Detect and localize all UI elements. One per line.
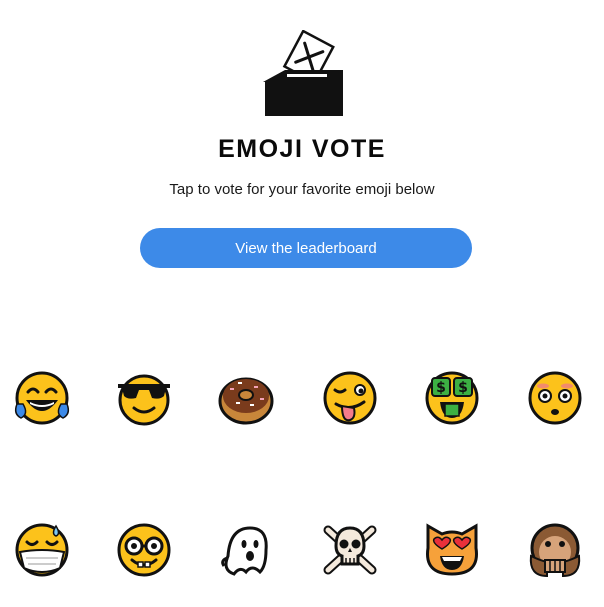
- nerd-face-icon: [117, 523, 171, 577]
- emoji-wink-tongue-button[interactable]: [320, 368, 380, 428]
- skull-and-crossbones-icon: [323, 525, 377, 575]
- face-with-tears-of-joy-icon: [14, 371, 70, 425]
- svg-text:$: $: [436, 380, 446, 396]
- emoji-heart-eyes-cat-button[interactable]: [422, 520, 482, 580]
- ghost-icon: [221, 526, 268, 576]
- view-leaderboard-button[interactable]: View the leaderboard: [140, 228, 472, 268]
- emoji-nerd-button[interactable]: [114, 520, 174, 580]
- emoji-ghost-button[interactable]: [216, 520, 276, 580]
- emoji-money-mouth-button[interactable]: $ $: [422, 368, 482, 428]
- emoji-speak-no-evil-button[interactable]: [525, 520, 585, 580]
- emoji-medical-mask-button[interactable]: [12, 520, 72, 580]
- emoji-doughnut-button[interactable]: [216, 368, 276, 428]
- page: EMOJI VOTE Tap to vote for your favorite…: [0, 0, 604, 607]
- svg-text:$: $: [458, 380, 468, 396]
- flushed-face-icon: [528, 371, 582, 425]
- emoji-tears-of-joy-button[interactable]: [12, 368, 72, 428]
- money-mouth-face-icon: $ $: [425, 371, 479, 425]
- smiling-face-with-sunglasses-icon: [118, 374, 170, 426]
- page-subtitle: Tap to vote for your favorite emoji belo…: [169, 181, 435, 198]
- ballot-box-icon: [263, 30, 343, 116]
- winking-face-with-tongue-icon: [323, 371, 377, 425]
- view-leaderboard-label: View the leaderboard: [235, 239, 377, 257]
- heart-eyes-cat-icon: [426, 523, 478, 576]
- emoji-skull-crossbones-button[interactable]: [320, 520, 380, 580]
- face-with-medical-mask-icon: [15, 523, 69, 577]
- doughnut-icon: [218, 377, 274, 425]
- speak-no-evil-monkey-icon: [529, 523, 581, 578]
- emoji-flushed-button[interactable]: [525, 368, 585, 428]
- emoji-sunglasses-button[interactable]: [114, 368, 174, 428]
- page-title: EMOJI VOTE: [218, 135, 386, 163]
